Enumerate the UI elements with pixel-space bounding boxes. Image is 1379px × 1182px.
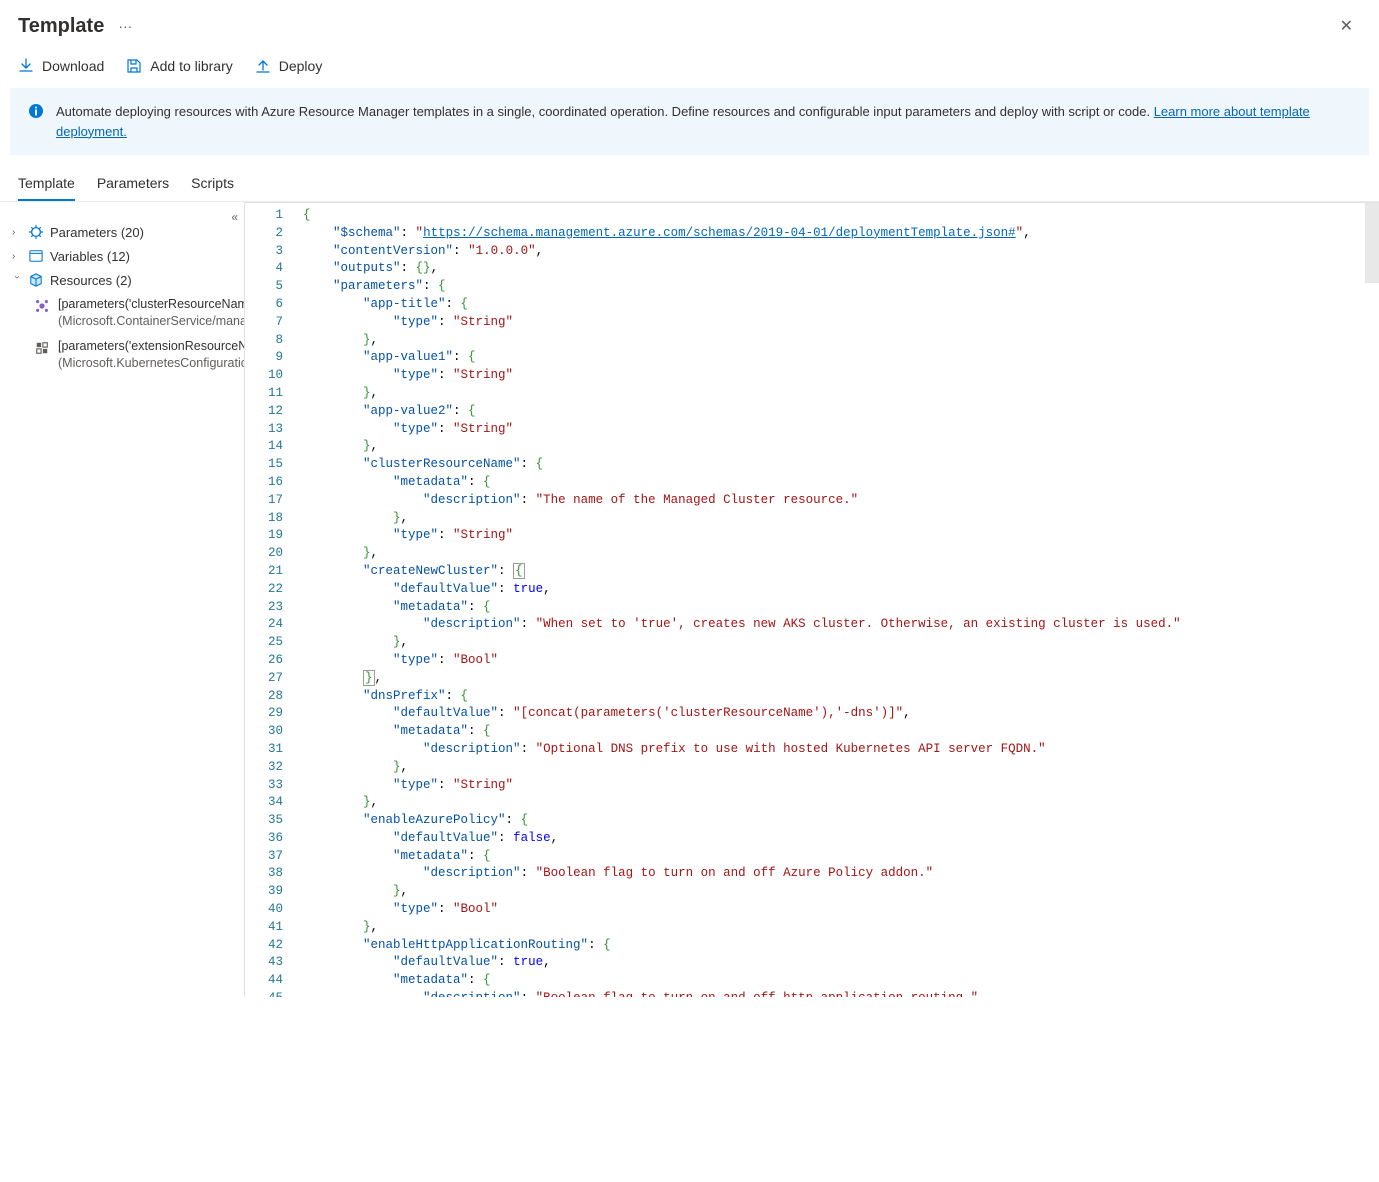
line-numbers: 1234567891011121314151617181920212223242… [245,203,297,997]
minimap-slider[interactable] [1365,203,1379,283]
tree-parameters-label: Parameters (20) [50,225,144,240]
chevron-right-icon: › [12,251,22,262]
add-to-library-button[interactable]: Add to library [126,58,232,74]
info-icon [28,103,44,119]
add-to-library-label: Add to library [150,58,232,74]
tree-variables[interactable]: › Variables (12) [0,244,244,268]
save-icon [126,58,142,74]
page-title: Template [18,15,104,38]
close-button[interactable]: ✕ [1332,12,1361,40]
parameters-icon [28,224,44,240]
download-icon [18,58,34,74]
deploy-label: Deploy [279,58,323,74]
download-button[interactable]: Download [18,58,104,74]
tree-resource-item[interactable]: [parameters('extensionResourceNa (Micros… [0,334,244,376]
tab-template[interactable]: Template [18,165,75,201]
cluster-icon [34,298,50,314]
info-banner: Automate deploying resources with Azure … [10,88,1369,155]
tree-parameters[interactable]: › Parameters (20) [0,220,244,244]
resource-item-name: [parameters('extensionResourceNa [58,338,244,355]
resources-icon [28,272,44,288]
tree-variables-label: Variables (12) [50,249,130,264]
resource-item-type: (Microsoft.KubernetesConfiguratic [58,355,244,372]
download-label: Download [42,58,104,74]
variables-icon [28,248,44,264]
outline-sidebar: « › Parameters (20) › Variables (12) › R… [0,202,244,997]
more-button[interactable]: ··· [118,18,132,34]
tree-resources[interactable]: › Resources (2) [0,268,244,292]
chevron-right-icon: › [12,227,22,238]
tab-scripts[interactable]: Scripts [191,165,234,201]
deploy-button[interactable]: Deploy [255,58,323,74]
chevron-down-icon: › [12,275,23,285]
resource-item-name: [parameters('clusterResourceName [58,296,244,313]
tab-parameters[interactable]: Parameters [97,165,169,201]
deploy-icon [255,58,271,74]
tree-resources-label: Resources (2) [50,273,132,288]
code-editor[interactable]: 1234567891011121314151617181920212223242… [244,202,1379,997]
code-content[interactable]: { "$schema": "https://schema.management.… [297,203,1379,997]
resource-item-type: (Microsoft.ContainerService/mana [58,313,244,330]
extension-icon [34,340,50,356]
tree-resource-item[interactable]: [parameters('clusterResourceName (Micros… [0,292,244,334]
info-text: Automate deploying resources with Azure … [56,104,1154,119]
collapse-sidebar-button[interactable]: « [231,210,238,224]
